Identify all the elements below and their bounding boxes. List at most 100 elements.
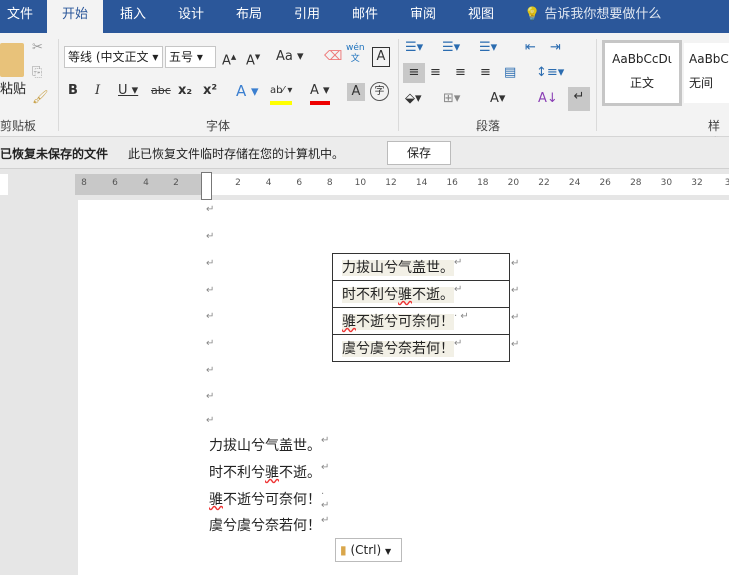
format-painter-icon[interactable]: 🖌 (32, 88, 49, 108)
asian-layout-icon[interactable]: A▾ (490, 89, 505, 109)
text-effects-icon[interactable]: A ▾ (236, 81, 259, 101)
paragraph-mark: ↵ (206, 258, 215, 269)
tab-mailings[interactable]: 邮件 (340, 0, 390, 33)
ruler-number: 24 (568, 178, 581, 188)
shading-icon[interactable]: ⬙▾ (405, 89, 422, 109)
copy-icon[interactable]: ⎘ (32, 63, 42, 83)
sort-icon[interactable]: A↓ (538, 89, 558, 109)
italic-button[interactable]: I (95, 81, 100, 101)
phonetic-guide-icon[interactable]: wén 文 (346, 43, 365, 65)
justify-icon[interactable]: ≡ (480, 63, 491, 83)
tab-review[interactable]: 审阅 (398, 0, 448, 33)
tab-file[interactable]: 文件 (0, 0, 40, 33)
paste-icon[interactable] (0, 43, 24, 77)
text-line: 虞兮虞兮奈若何！ ↵ (209, 515, 330, 534)
text-line: 时不利兮骓不逝。 ↵ (209, 462, 330, 481)
tell-me-search[interactable]: 💡 告诉我你想要做什么 (524, 0, 674, 33)
ruler-number: 14 (415, 178, 428, 188)
highlight-color-icon[interactable]: ab⁄ ▾ (270, 81, 293, 105)
ruler-number: 26 (599, 178, 611, 188)
ruler-number: 16 (446, 178, 458, 188)
borders-icon[interactable]: ⊞▾ (443, 89, 460, 109)
tab-insert[interactable]: 插入 (108, 0, 158, 33)
infobar-title: 已恢复未保存的文件 (0, 147, 109, 161)
infobar-message: 此已恢复文件临时存储在您的计算机中。 (128, 147, 345, 161)
clipboard-icon: ▮ (340, 543, 347, 557)
underline-button[interactable]: U ▾ (118, 81, 138, 101)
ruler-number: 28 (630, 178, 642, 188)
ribbon: 粘贴 ✂ ⎘ 🖌 剪贴板 等线 (中文正文 ▾ 五号 ▾ A▲ A▼ Aa ▾ … (0, 33, 729, 150)
show-marks-icon[interactable]: ↵ (568, 87, 590, 111)
ruler-number: 22 (538, 178, 550, 188)
character-shading-icon[interactable]: A (347, 83, 365, 101)
horizontal-ruler[interactable]: 8 6 4 2 2 4 6 8 10 12 14 16 18 20 22 24 26 28 30 32 3 (75, 172, 729, 200)
text-line: 骓不逝兮可奈何！ · ↵ (209, 489, 330, 511)
paste-button[interactable]: 粘贴 (0, 78, 26, 97)
ruler-number: 18 (477, 178, 489, 188)
grow-font-icon[interactable]: A▲ (222, 47, 236, 71)
increase-indent-icon[interactable]: ⇥ (550, 38, 561, 58)
line-spacing-icon[interactable]: ↕≡▾ (536, 63, 564, 83)
superscript-button[interactable]: x² (203, 81, 217, 101)
font-name-select[interactable]: 等线 (中文正文 ▾ (64, 46, 163, 68)
style-no-spacing[interactable]: AaBbC 无间 (684, 43, 729, 103)
multilevel-list-icon[interactable]: ☰▾ (479, 38, 497, 58)
paragraph-mark: ↵ (206, 231, 215, 242)
strikethrough-button[interactable]: abc (151, 81, 171, 101)
clipboard-group-label: 剪贴板 (0, 119, 37, 133)
ruler-number: 20 (507, 178, 520, 188)
center-icon[interactable]: ≡ (430, 63, 441, 83)
paragraph-group-label: 段落 (476, 119, 501, 133)
chevron-down-icon: ▼ (384, 547, 392, 556)
style-normal[interactable]: AaBbCcDι 正文 (602, 40, 682, 106)
subscript-button[interactable]: x₂ (178, 81, 192, 101)
align-right-icon[interactable]: ≡ (455, 63, 466, 83)
shrink-font-icon[interactable]: A▼ (246, 47, 260, 71)
paragraph-mark: ↵ (206, 391, 215, 402)
ruler-number: 6 (296, 178, 303, 188)
row-end-mark: ↵ (511, 312, 520, 323)
tab-design[interactable]: 设计 (166, 0, 216, 33)
save-button[interactable]: 保存 (387, 141, 451, 165)
paragraph-mark: ↵ (206, 365, 215, 376)
paragraph-mark: ↵ (206, 311, 215, 322)
bold-button[interactable]: B (68, 81, 78, 101)
table-row: 力拔山兮气盖世。 ↵ (332, 253, 510, 281)
cut-icon[interactable]: ✂ (32, 38, 43, 58)
row-end-mark: ↵ (511, 339, 520, 350)
tab-references[interactable]: 引用 (282, 0, 332, 33)
change-case-button[interactable]: Aa ▾ (276, 47, 304, 67)
character-border-icon[interactable]: A (372, 47, 390, 67)
paragraph-mark: ↵ (206, 285, 215, 296)
table-row: 虞兮虞兮奈若何！ ↵ (332, 334, 510, 362)
decrease-indent-icon[interactable]: ⇤ (525, 38, 536, 58)
ruler-toggle[interactable] (0, 174, 8, 195)
distributed-icon[interactable]: ▤ (504, 63, 516, 83)
align-left-icon[interactable]: ≡ (403, 63, 425, 83)
tell-me-label: 告诉我你想要做什么 (544, 7, 662, 22)
tab-layout[interactable]: 布局 (224, 0, 274, 33)
paste-options-button[interactable]: ▮ (Ctrl) ▼ (335, 538, 402, 562)
paragraph-mark: ↵ (206, 204, 215, 215)
ruler-number: 4 (265, 178, 272, 188)
numbering-icon[interactable]: ☰▾ (442, 38, 460, 58)
enclose-characters-icon[interactable]: 字 (370, 82, 389, 101)
bullets-icon[interactable]: ☰▾ (405, 38, 423, 58)
ruler-number: 12 (385, 178, 397, 188)
poem-table: 力拔山兮气盖世。 ↵ 时不利兮骓不逝。 ↵ 骓不逝兮可奈何！ · ↵ 虞兮虞兮奈… (332, 253, 510, 362)
recovered-file-bar: 已恢复未保存的文件 此已恢复文件临时存储在您的计算机中。 保存 (0, 137, 729, 169)
tab-view[interactable]: 视图 (456, 0, 506, 33)
tab-home[interactable]: 开始 (47, 0, 103, 33)
paragraph-mark: ↵ (206, 338, 215, 349)
font-color-icon[interactable]: A ▾ (310, 81, 330, 105)
ruler-number: 8 (326, 178, 333, 188)
ruler-number: 2 (235, 178, 241, 188)
ribbon-tab-bar: 文件 开始 插入 设计 布局 引用 邮件 审阅 视图 💡 告诉我你想要做什么 (0, 0, 729, 33)
font-size-select[interactable]: 五号 ▾ (165, 46, 216, 68)
clear-formatting-icon[interactable]: ⌫ (324, 47, 342, 67)
row-end-mark: ↵ (511, 258, 520, 269)
ruler-number: 10 (354, 178, 367, 188)
font-group-label: 字体 (206, 119, 231, 133)
indent-marker[interactable] (201, 172, 212, 200)
paragraph-mark: ↵ (206, 415, 215, 426)
